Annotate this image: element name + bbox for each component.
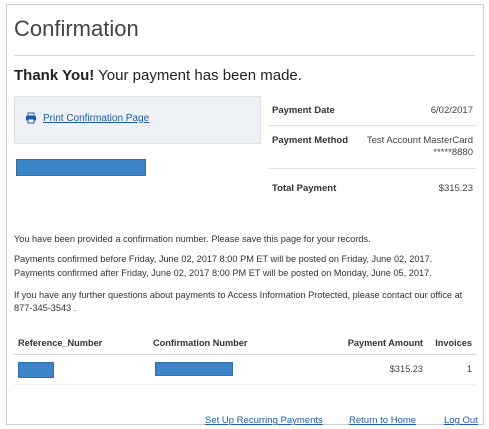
invoices-cell: 1 [466, 364, 472, 374]
thank-you-text: Thank You! [14, 67, 95, 84]
payment-summary: Payment Date 6/02/2017 Payment Method Te… [268, 96, 477, 203]
confirmation-number-cell [153, 362, 303, 376]
header-invoices: Invoices [435, 338, 472, 348]
reference-number-cell [18, 362, 153, 378]
set-up-recurring-payments-link[interactable]: Set Up Recurring Payments [205, 415, 323, 426]
header-confirmation-number: Confirmation Number [153, 338, 248, 348]
posting-note-after: Payments confirmed after Friday, June 02… [14, 268, 432, 278]
confirmation-table: Reference_Number Confirmation Number Pay… [14, 338, 476, 385]
total-payment-value: $315.23 [438, 183, 473, 194]
records-note: You have been provided a confirmation nu… [14, 234, 371, 244]
payment-method-number: *****8880 [433, 147, 473, 158]
header-reference-number: Reference_Number [18, 338, 103, 348]
printer-icon [25, 112, 37, 124]
payment-made-text: Your payment has been made. [94, 67, 302, 84]
payment-date-row: Payment Date 6/02/2017 [268, 96, 477, 126]
redacted-confirmation [155, 362, 233, 376]
return-to-home-link[interactable]: Return to Home [349, 415, 416, 426]
payment-method-row: Payment Method Test Account MasterCard *… [268, 126, 477, 169]
contact-note: If you have any further questions about … [14, 290, 463, 313]
redacted-reference [18, 362, 54, 378]
posting-note-before: Payments confirmed before Friday, June 0… [14, 254, 433, 264]
payment-method-value: Test Account MasterCard *****8880 [367, 135, 473, 159]
payment-method-label: Payment Method [272, 135, 349, 146]
total-payment-row: Total Payment $315.23 [268, 169, 477, 203]
table-header: Reference_Number Confirmation Number Pay… [14, 338, 476, 355]
payment-method-card: Test Account MasterCard [366, 135, 473, 146]
confirmation-message: Thank You! Your payment has been made. [14, 67, 302, 84]
table-row: $315.23 1 [14, 355, 476, 385]
print-confirmation-link[interactable]: Print Confirmation Page [25, 112, 149, 124]
print-link-label: Print Confirmation Page [43, 112, 150, 124]
redacted-block [16, 159, 146, 176]
page-title: Confirmation [14, 16, 139, 41]
print-panel: Print Confirmation Page [14, 96, 261, 144]
payment-date-value: 6/02/2017 [430, 105, 473, 116]
payment-date-label: Payment Date [272, 105, 335, 116]
payment-amount-cell: $315.23 [389, 364, 423, 374]
log-out-link[interactable]: Log Out [444, 415, 478, 426]
title-divider [14, 55, 475, 56]
header-payment-amount: Payment Amount [347, 338, 423, 348]
total-payment-label: Total Payment [272, 183, 337, 194]
